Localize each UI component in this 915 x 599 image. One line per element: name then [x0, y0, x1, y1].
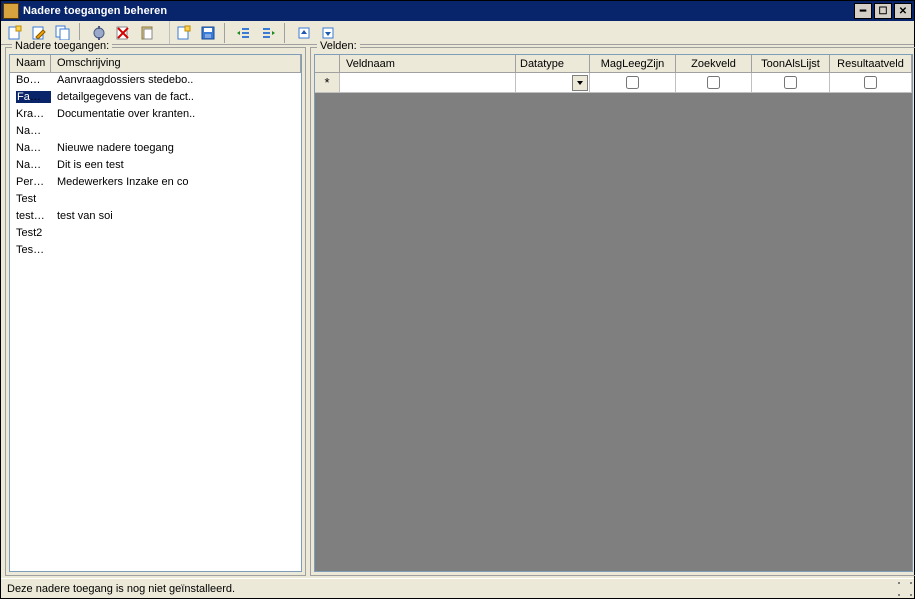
nadere-toegangen-list[interactable]: Naam Omschrijving BouwdossiersAanvraagdo… — [9, 54, 302, 572]
fields-new-button[interactable] — [174, 23, 194, 43]
grid-cell-toonalslijst[interactable] — [752, 73, 830, 93]
list-item[interactable]: Facturendetailgegevens van de fact.. — [10, 90, 301, 107]
left-legend: Nadere toegangen: — [12, 40, 112, 52]
list-item-naam: Facturen — [10, 90, 51, 107]
grid-col-resultaatveld[interactable]: Resultaatveld — [830, 55, 912, 73]
app-icon — [3, 3, 19, 19]
list-item-omschrijving — [51, 192, 301, 209]
fields-save-button[interactable] — [198, 23, 218, 43]
list-item-omschrijving — [51, 124, 301, 141]
list-item-naam: Bouwdossiers — [10, 73, 51, 90]
list-item-omschrijving: Nieuwe nadere toegang — [51, 141, 301, 158]
list-item-naam: Krantenknipsels — [10, 107, 51, 124]
list-item[interactable]: PersoneelsdossiersMedewerkers Inzake en … — [10, 175, 301, 192]
grid-cell-magleegzijn[interactable] — [590, 73, 676, 93]
grid-header: Veldnaam Datatype MagLeegZijn Zoekveld T… — [315, 55, 912, 73]
list-item[interactable]: BouwdossiersAanvraagdossiers stedebo.. — [10, 73, 301, 90]
grid-cell-datatype[interactable] — [516, 73, 590, 93]
toolbar-separator — [224, 23, 228, 43]
maximize-button[interactable]: ☐ — [874, 3, 892, 19]
list-item-omschrijving: Dit is een test — [51, 158, 301, 175]
toolbar-separator — [284, 23, 288, 43]
list-item-omschrijving: Medewerkers Inzake en co — [51, 175, 301, 192]
close-button[interactable]: ✕ — [894, 3, 912, 19]
list-item-omschrijving — [51, 243, 301, 260]
toonals-checkbox[interactable] — [784, 76, 797, 89]
list-item-naam: Personeelsdossiers — [10, 175, 51, 192]
list-item-omschrijving: Documentatie over kranten.. — [51, 107, 301, 124]
grid-cell-zoekveld[interactable] — [676, 73, 752, 93]
resize-grip[interactable] — [898, 582, 912, 596]
list-item-naam: Test45 — [10, 243, 51, 260]
list-header: Naam Omschrijving — [10, 55, 301, 73]
status-text: Deze nadere toegang is nog niet geïnstal… — [7, 583, 235, 595]
list-item[interactable]: Test45 — [10, 243, 301, 260]
list-item-omschrijving: test van soi — [51, 209, 301, 226]
app-window: Nadere toegangen beheren ━ ☐ ✕ — [0, 0, 915, 599]
grid-new-row[interactable]: * — [315, 73, 912, 93]
column-naam[interactable]: Naam — [10, 55, 51, 73]
window-buttons: ━ ☐ ✕ — [854, 3, 912, 19]
list-item[interactable]: Test2 — [10, 226, 301, 243]
list-item-omschrijving — [51, 226, 301, 243]
grid-row-marker: * — [315, 73, 340, 93]
indent-button[interactable] — [258, 23, 278, 43]
list-item-naam: Nadere toegang #4 — [10, 158, 51, 175]
right-fieldset: Velden: Veldnaam Datatype MagLeegZijn Zo… — [310, 47, 915, 576]
toolbars — [1, 21, 914, 45]
right-panel: Velden: Veldnaam Datatype MagLeegZijn Zo… — [308, 45, 915, 578]
magleeg-checkbox[interactable] — [626, 76, 639, 89]
minimize-button[interactable]: ━ — [854, 3, 872, 19]
list-item-naam: test soi — [10, 209, 51, 226]
list-item[interactable]: Nadere toegang # 8 — [10, 124, 301, 141]
grid-col-rowheader[interactable] — [315, 55, 340, 73]
grid-col-magleegzijn[interactable]: MagLeegZijn — [590, 55, 676, 73]
grid-col-datatype[interactable]: Datatype — [516, 55, 590, 73]
list-item-naam: Nadere toegang # 8 — [10, 124, 51, 141]
status-bar: Deze nadere toegang is nog niet geïnstal… — [1, 578, 914, 598]
window-title: Nadere toegangen beheren — [23, 5, 854, 17]
left-fieldset: Nadere toegangen: Naam Omschrijving Bouw… — [5, 47, 306, 576]
left-panel: Nadere toegangen: Naam Omschrijving Bouw… — [1, 45, 308, 578]
right-legend: Velden: — [317, 40, 360, 52]
titlebar[interactable]: Nadere toegangen beheren ━ ☐ ✕ — [1, 1, 914, 21]
grid-col-veldnaam[interactable]: Veldnaam — [340, 55, 516, 73]
grid-col-zoekveld[interactable]: Zoekveld — [676, 55, 752, 73]
list-item[interactable]: Test — [10, 192, 301, 209]
velden-grid[interactable]: Veldnaam Datatype MagLeegZijn Zoekveld T… — [314, 54, 913, 572]
grid-col-toonalslijst[interactable]: ToonAlsLijst — [752, 55, 830, 73]
list-item[interactable]: Nadere toegang #4Dit is een test — [10, 158, 301, 175]
list-item[interactable]: KrantenknipselsDocumentatie over kranten… — [10, 107, 301, 124]
content-area: Nadere toegangen: Naam Omschrijving Bouw… — [1, 45, 914, 578]
grid-cell-veldnaam[interactable] — [340, 73, 516, 93]
paste-button[interactable] — [137, 23, 157, 43]
list-item-naam: Test — [10, 192, 51, 209]
list-item-omschrijving: Aanvraagdossiers stedebo.. — [51, 73, 301, 90]
delete-button[interactable] — [113, 23, 133, 43]
list-item[interactable]: test soitest van soi — [10, 209, 301, 226]
outdent-button[interactable] — [234, 23, 254, 43]
list-item[interactable]: Nadere toegang #2Nieuwe nadere toegang — [10, 141, 301, 158]
grid-cell-resultaatveld[interactable] — [830, 73, 912, 93]
list-item-naam: Nadere toegang #2 — [10, 141, 51, 158]
datatype-dropdown-button[interactable] — [572, 75, 588, 91]
list-item-naam: Test2 — [10, 226, 51, 243]
move-up-button[interactable] — [294, 23, 314, 43]
column-omschrijving[interactable]: Omschrijving — [51, 55, 301, 73]
zoekveld-checkbox[interactable] — [707, 76, 720, 89]
list-item-omschrijving: detailgegevens van de fact.. — [51, 90, 301, 107]
result-checkbox[interactable] — [864, 76, 877, 89]
